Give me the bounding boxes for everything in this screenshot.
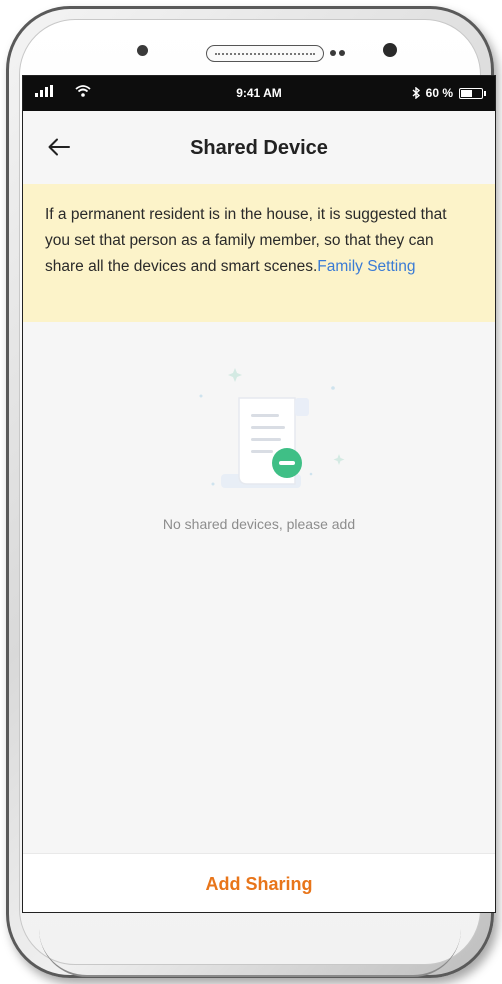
bluetooth-icon xyxy=(412,87,420,99)
proximity-sensor xyxy=(137,45,148,56)
earpiece-speaker xyxy=(206,45,324,62)
front-camera xyxy=(383,43,397,57)
family-setting-link[interactable]: Family Setting xyxy=(317,258,415,275)
page-title: Shared Device xyxy=(190,137,328,159)
app-header: Shared Device xyxy=(23,111,495,191)
battery-icon xyxy=(459,87,486,99)
empty-state-message: No shared devices, please add xyxy=(162,516,356,532)
speaker-dot xyxy=(330,50,336,56)
battery-percent: 60 % xyxy=(425,86,453,100)
status-right: 60 % xyxy=(412,86,486,100)
empty-state: No shared devices, please add xyxy=(23,356,495,576)
app-screen: 9:41 AM 60 % Shared Device If a permanen… xyxy=(22,75,496,913)
battery-level xyxy=(461,89,472,97)
footer-bar: Add Sharing xyxy=(23,853,495,912)
document-remove-icon xyxy=(199,368,345,488)
add-sharing-button[interactable]: Add Sharing xyxy=(176,864,343,905)
status-bar: 9:41 AM 60 % xyxy=(23,76,495,111)
bottom-bezel xyxy=(39,917,461,977)
speaker-dot xyxy=(339,50,345,56)
family-notice-banner: If a permanent resident is in the house,… xyxy=(23,184,495,322)
